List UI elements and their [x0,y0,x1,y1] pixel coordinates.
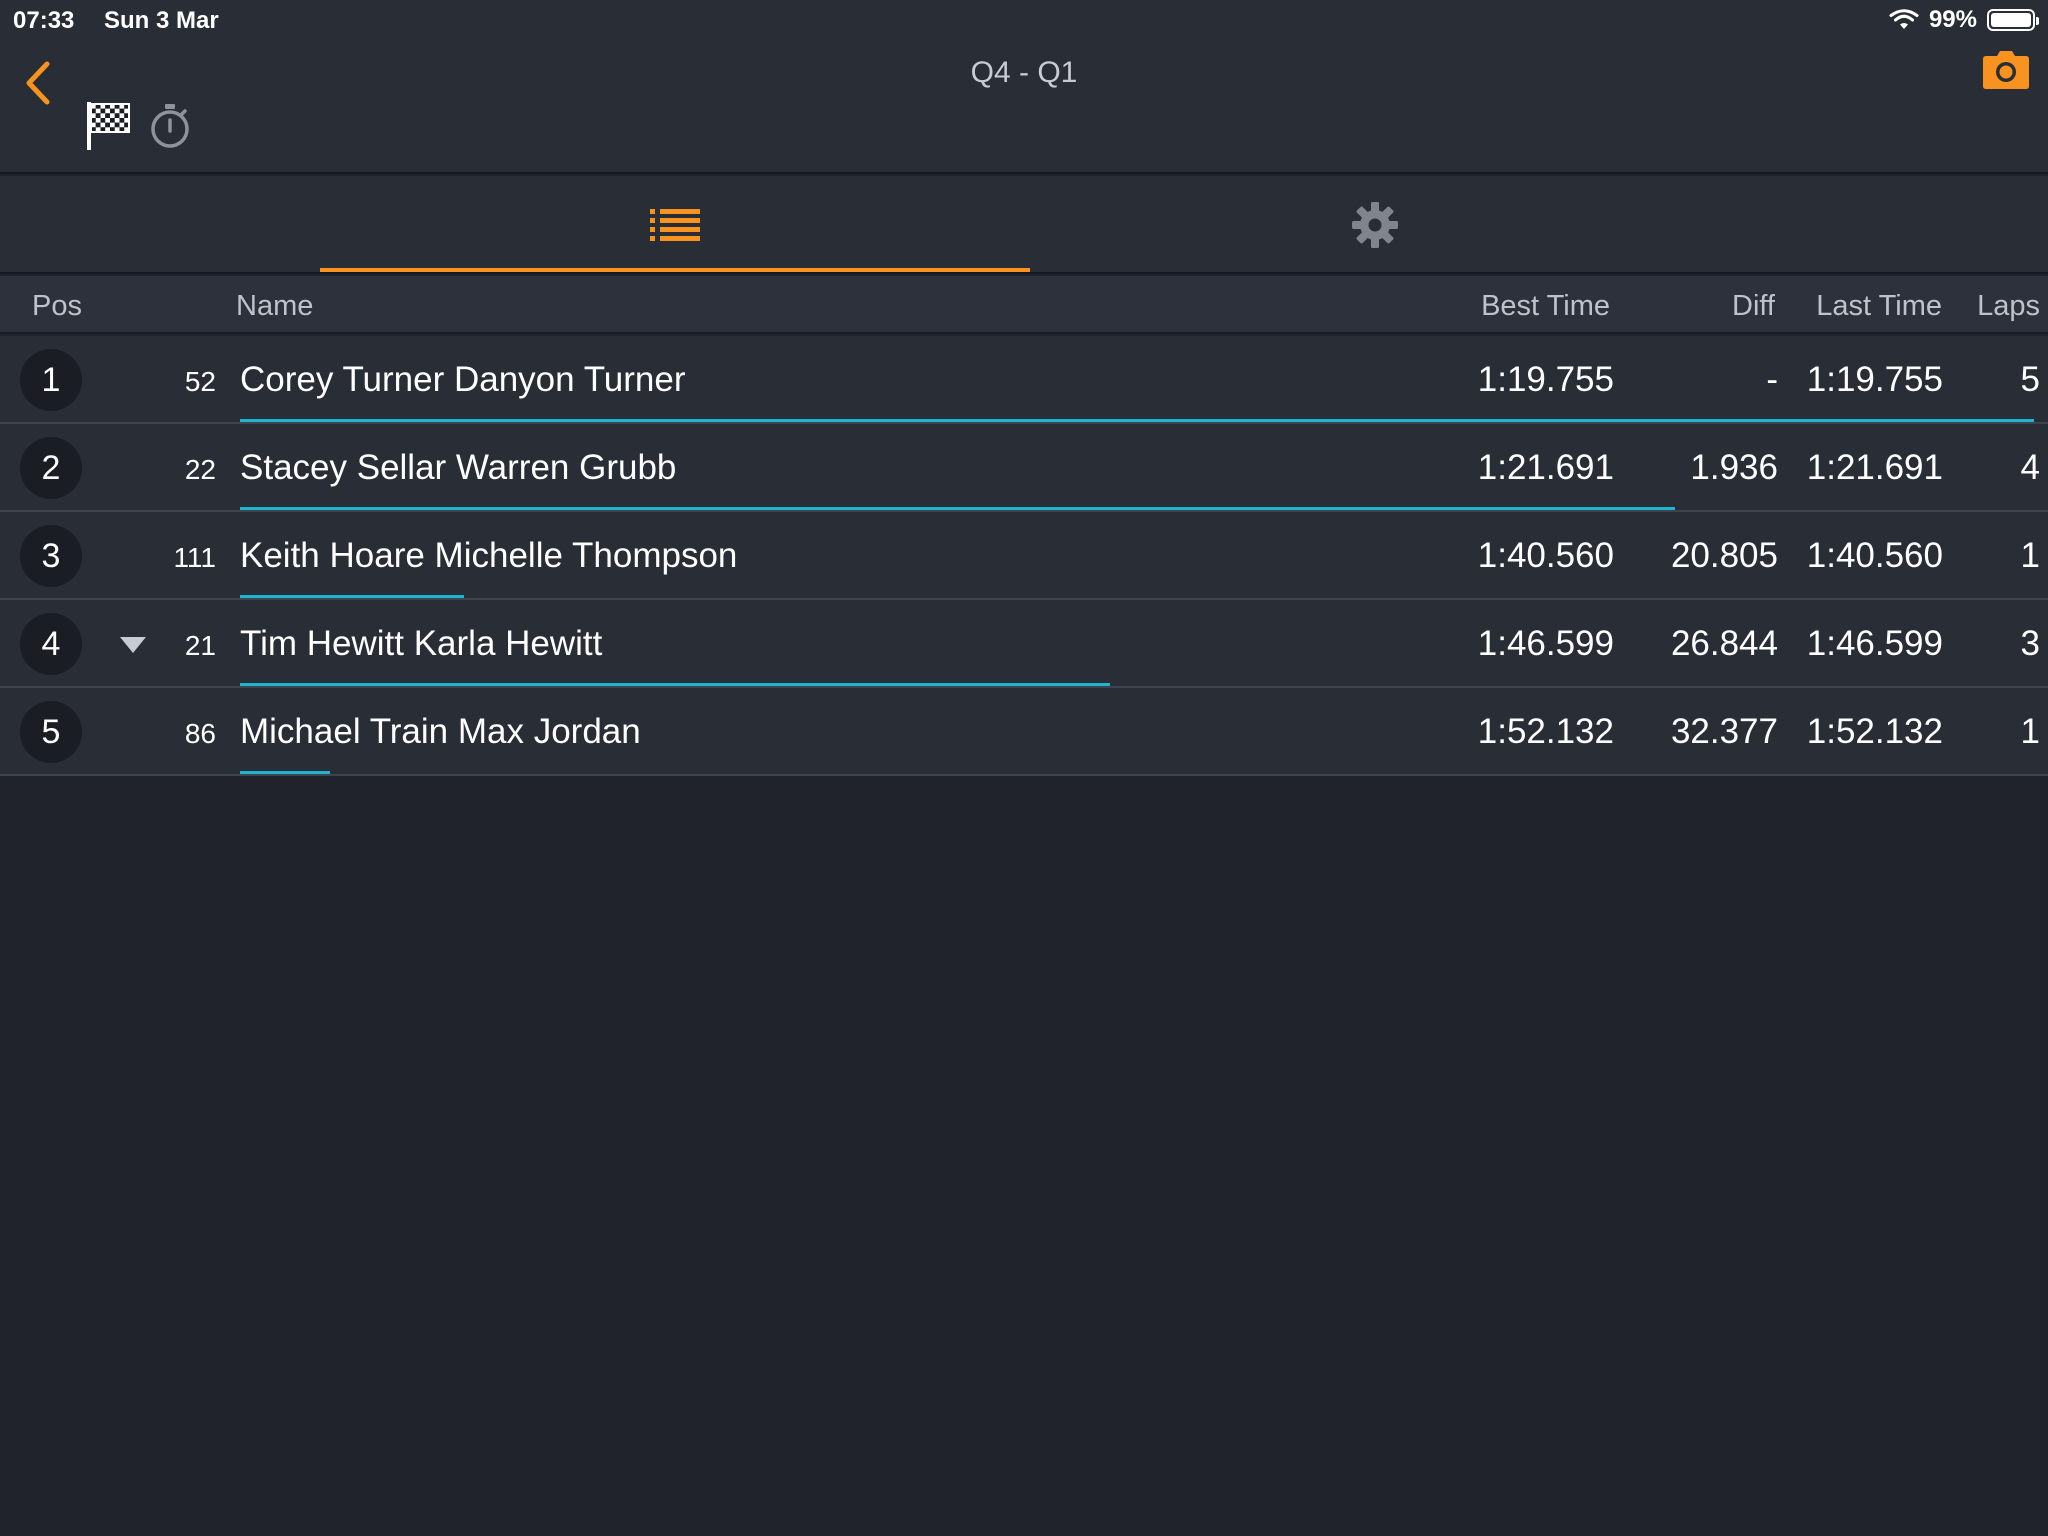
checkered-flag-icon [87,102,130,150]
lap-progress [240,771,2034,774]
camera-button[interactable] [1982,50,2030,90]
battery-tip [2036,17,2039,25]
battery-icon [1987,9,2039,31]
wifi-icon [1889,9,1919,29]
column-header-last-time[interactable]: Last Time [1816,290,1942,323]
status-indicators: 99% [1889,6,2039,34]
stopwatch-button[interactable] [146,102,194,150]
table-header: Pos Name Best Time Diff Last Time Laps [0,276,2048,334]
position-badge: 5 [20,701,82,763]
last-time: 1:52.132 [1806,712,1943,751]
status-date: Sun 3 Mar [104,7,219,34]
table-row[interactable]: 2 22 Stacey Sellar Warren Grubb 1:21.691… [0,424,2048,512]
status-bar: 07:33 Sun 3 Mar 99% [0,0,2048,40]
list-icon [650,209,700,241]
best-time: 1:52.132 [1477,712,1614,751]
best-time: 1:40.560 [1477,536,1614,575]
lap-progress [240,507,2034,510]
best-time: 1:46.599 [1477,624,1614,663]
table-row[interactable]: 5 86 Michael Train Max Jordan 1:52.132 3… [0,688,2048,776]
driver-names: Michael Train Max Jordan [240,712,641,751]
laps-count: 5 [2020,360,2040,399]
driver-names: Stacey Sellar Warren Grubb [240,448,677,487]
car-number: 86 [184,718,216,749]
tab-results-list[interactable] [320,176,1030,274]
lap-progress-fill [240,419,2034,422]
column-header-pos[interactable]: Pos [32,290,82,323]
lap-progress-fill [240,683,1111,686]
table-row[interactable]: 1 52 Corey Turner Danyon Turner 1:19.755… [0,336,2048,424]
battery-percent: 99% [1928,6,1977,33]
best-time: 1:21.691 [1477,448,1614,487]
driver-names: Tim Hewitt Karla Hewitt [240,624,603,663]
last-time: 1:46.599 [1806,624,1943,663]
tab-settings[interactable] [1020,176,1730,274]
lap-progress-fill [240,507,1676,510]
lap-progress [240,419,2034,422]
column-header-best-time[interactable]: Best Time [1481,290,1610,323]
car-number: 111 [173,542,216,573]
navigation-header: Q4 - Q1 [0,40,2048,174]
best-time: 1:19.755 [1477,360,1614,399]
laps-count: 3 [2020,624,2040,663]
table-row[interactable]: 4 21 Tim Hewitt Karla Hewitt 1:46.599 26… [0,600,2048,688]
position-badge: 2 [20,437,82,499]
car-number: 52 [184,366,216,397]
laps-count: 4 [2020,448,2040,487]
selected-tab-indicator [320,268,1030,272]
laps-count: 1 [2020,536,2040,575]
column-header-laps[interactable]: Laps [1977,290,2040,323]
gear-icon [1352,202,1398,248]
driver-names: Keith Hoare Michelle Thompson [240,536,738,575]
position-down-icon [120,637,146,653]
page: 07:33 Sun 3 Mar 99% Q4 - Q1 Pos Name Bes… [0,0,2048,1536]
last-time: 1:21.691 [1806,448,1943,487]
column-header-diff[interactable]: Diff [1732,290,1775,323]
position-badge: 3 [20,525,82,587]
position-badge: 4 [20,613,82,675]
last-time: 1:19.755 [1806,360,1943,399]
diff-time: 20.805 [1670,536,1778,575]
diff-time: 26.844 [1670,624,1778,663]
battery-fill [1991,13,2031,27]
lap-progress [240,595,2034,598]
camera-icon [1983,51,2029,89]
column-header-name[interactable]: Name [236,290,313,323]
position-badge: 1 [20,349,82,411]
car-number: 21 [184,630,216,661]
lap-progress [240,683,2034,686]
diff-time: - [1766,360,1778,399]
status-time: 07:33 [13,7,75,34]
page-title: Q4 - Q1 [970,56,1078,89]
tab-bar [0,176,2048,274]
flag-button[interactable] [85,100,131,152]
last-time: 1:40.560 [1806,536,1943,575]
diff-time: 1.936 [1690,448,1778,487]
results-list: 1 52 Corey Turner Danyon Turner 1:19.755… [0,336,2048,776]
car-number: 22 [184,454,216,485]
stopwatch-icon [151,104,189,148]
lap-progress-fill [240,771,330,774]
diff-time: 32.377 [1670,712,1778,751]
table-row[interactable]: 3 111 Keith Hoare Michelle Thompson 1:40… [0,512,2048,600]
laps-count: 1 [2020,712,2040,751]
lap-progress-fill [240,595,465,598]
driver-names: Corey Turner Danyon Turner [240,360,686,399]
